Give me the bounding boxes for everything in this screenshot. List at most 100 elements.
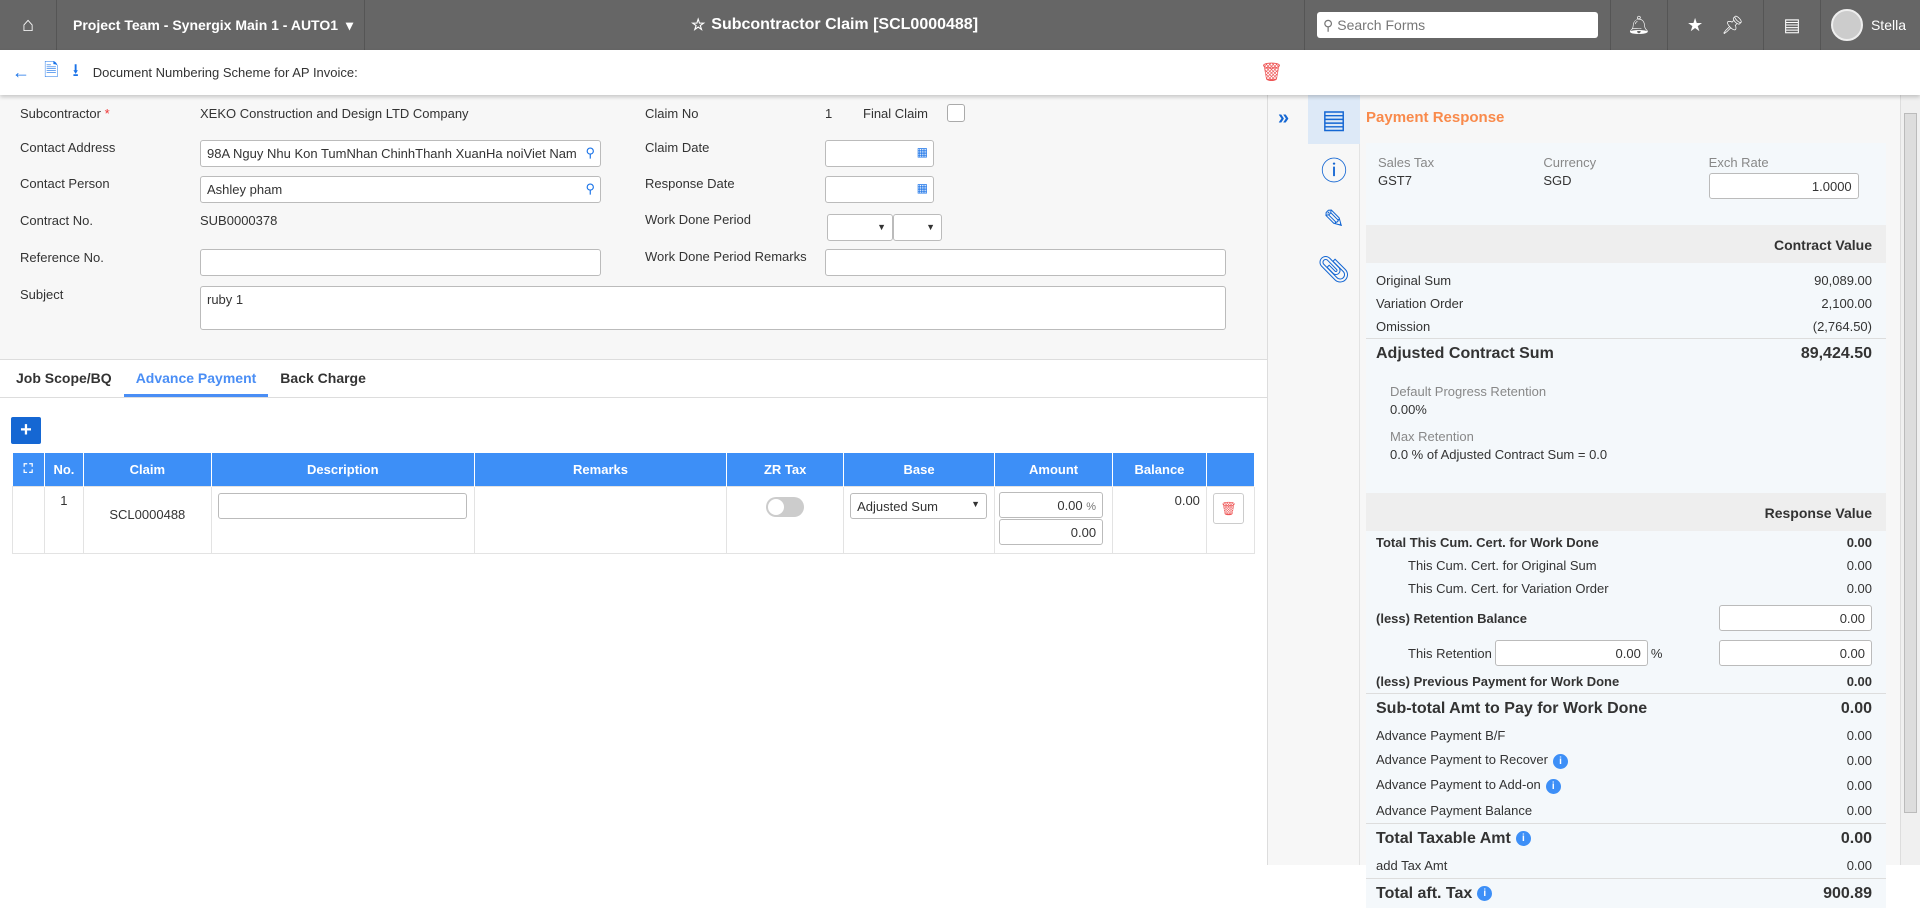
this-retention-label: This Retention	[1408, 645, 1492, 661]
star-icon[interactable]: ★	[1687, 15, 1703, 36]
period-month-select[interactable]: ▼	[827, 214, 893, 241]
subcontractor-value: XEKO Construction and Design LTD Company	[200, 106, 469, 121]
period-year-select[interactable]: ▼	[893, 214, 942, 241]
subtotal-label: Sub-total Amt to Pay for Work Done	[1376, 699, 1648, 717]
contact-person-label: Contact Person	[20, 176, 110, 191]
avatar	[1830, 9, 1863, 41]
col-zr-tax: ZR Tax	[726, 453, 845, 486]
info-icon[interactable]: i	[1515, 830, 1531, 846]
response-value-header: Response Value	[1366, 493, 1886, 531]
subcontractor-label: Subcontractor *	[20, 106, 110, 121]
adjusted-contract-sum-value: 89,424.50	[1800, 344, 1872, 362]
final-claim-checkbox[interactable]	[947, 104, 965, 122]
collapse-chevrons-icon[interactable]: »	[1278, 107, 1289, 130]
this-retention-percent-input[interactable]: 0.00	[1494, 640, 1648, 666]
advance-recover-label: Advance Payment to Recover	[1376, 752, 1548, 768]
add-row-button[interactable]: +	[11, 417, 41, 444]
calendar-icon[interactable]: ▦	[917, 145, 928, 159]
col-actions	[1206, 453, 1256, 486]
info-icon[interactable]: i	[1552, 753, 1568, 769]
amount-percent-input[interactable]: 0.00 %	[999, 491, 1104, 518]
tab-advance-payment[interactable]: Advance Payment	[123, 360, 269, 397]
total-taxable-label: Total Taxable Amt	[1376, 829, 1511, 847]
calendar-icon[interactable]: ▦	[917, 181, 928, 195]
advance-addon-value: 0.00	[1846, 778, 1872, 793]
response-date-label: Response Date	[645, 176, 735, 191]
search-placeholder: Search Forms	[1337, 17, 1426, 33]
tab-job-scope[interactable]: Job Scope/BQ	[4, 360, 124, 397]
info-icon[interactable]: i	[1545, 778, 1561, 794]
original-sum-value: 90,089.00	[1814, 273, 1872, 288]
contract-value-header: Contract Value	[1366, 225, 1886, 263]
col-base: Base	[843, 453, 996, 486]
main-content: Subcontractor * XEKO Construction and De…	[0, 95, 1268, 865]
pin-icon[interactable]: 📌︎	[1721, 15, 1744, 36]
payment-card-icon[interactable]: ▤	[1308, 95, 1360, 144]
row-claim: SCL0000488	[82, 485, 212, 554]
attachment-icon[interactable]: 📎︎	[1308, 245, 1360, 293]
delete-row-button[interactable]: 🗑︎	[1212, 492, 1244, 524]
expand-icon[interactable]: ⛶	[12, 453, 45, 486]
back-arrow-icon[interactable]: ←	[12, 62, 30, 83]
omission-value: (2,764.50)	[1812, 319, 1872, 334]
cum-cert-vo-label: This Cum. Cert. for Variation Order	[1408, 581, 1609, 596]
col-remarks: Remarks	[474, 453, 728, 486]
max-retention-label: Max Retention	[1390, 429, 1474, 444]
panel-title: Payment Response	[1366, 109, 1505, 126]
retention-balance-input[interactable]: 0.00	[1719, 605, 1872, 631]
work-done-period-remarks-label: Work Done Period Remarks	[645, 249, 807, 264]
reference-no-input[interactable]	[200, 249, 601, 276]
advance-payment-table: ⛶ No. Claim Description Remarks ZR Tax B…	[12, 453, 1256, 554]
contact-address-input[interactable]: 98A Nguy Nhu Kon TumNhan ChinhThanh Xuan…	[200, 140, 601, 167]
this-retention-amount-input[interactable]: 0.00	[1719, 640, 1872, 666]
page-title: ☆ Subcontractor Claim [SCL0000488]	[365, 0, 1305, 50]
amount-input[interactable]: 0.00	[999, 518, 1104, 545]
search-icon[interactable]: ⚲	[585, 145, 595, 161]
tax-amt-value: 0.00	[1846, 858, 1872, 873]
advance-balance-value: 0.00	[1846, 803, 1872, 818]
default-retention-label: Default Progress Retention	[1390, 384, 1547, 399]
description-input[interactable]	[217, 492, 467, 519]
zr-tax-toggle[interactable]	[766, 496, 805, 517]
home-icon[interactable]: ⌂	[0, 0, 57, 50]
tab-bar: Job Scope/BQ Advance Payment Back Charge	[0, 360, 1268, 398]
info-icon[interactable]: ⓘ	[1308, 145, 1360, 193]
search-forms-input[interactable]: ⚲ Search Forms	[1316, 12, 1598, 38]
claim-no-value: 1	[825, 106, 833, 121]
user-name: Stella	[1870, 17, 1906, 33]
project-selector[interactable]: Project Team - Synergix Main 1 - AUTO1 ▾	[57, 0, 365, 50]
search-icon[interactable]: ⚲	[585, 181, 595, 197]
download-icon[interactable]: ⭳	[72, 58, 78, 88]
col-amount: Amount	[994, 453, 1114, 486]
star-outline-icon[interactable]: ☆	[691, 15, 705, 35]
variation-order-label: Variation Order	[1376, 296, 1464, 311]
total-after-tax-label: Total aft. Tax	[1376, 884, 1473, 902]
total-after-tax-value: 900.89	[1823, 884, 1872, 902]
final-claim-label: Final Claim	[863, 106, 929, 121]
pdf-icon[interactable]: 🗎︎	[44, 58, 58, 88]
user-menu[interactable]: Stella	[1821, 0, 1920, 50]
panel-scrollbar[interactable]	[1900, 95, 1920, 865]
claim-date-input[interactable]: ▦	[825, 140, 934, 167]
toolbar: ← 🗎︎ ⭳ Document Numbering Scheme for AP …	[0, 50, 1920, 95]
work-done-period-remarks-input[interactable]	[825, 249, 1226, 276]
contact-person-input[interactable]: Ashley pham ⚲	[200, 176, 601, 203]
currency-value: SGD	[1543, 173, 1572, 188]
bell-icon[interactable]: 🔔︎	[1611, 0, 1668, 50]
chart-icon[interactable]: ▤	[1764, 0, 1821, 50]
subject-textarea[interactable]: ruby 1	[200, 286, 1226, 330]
omission-label: Omission	[1376, 319, 1431, 334]
scrollbar-thumb[interactable]	[1904, 113, 1917, 813]
advance-recover-value: 0.00	[1846, 753, 1872, 768]
response-date-input[interactable]: ▦	[825, 176, 934, 203]
favorites-group: ★ 📌︎	[1668, 0, 1764, 50]
delete-icon[interactable]: 🗑︎	[1260, 62, 1283, 83]
side-nav: » ▤ ⓘ ✎ 📎︎	[1268, 95, 1360, 865]
edit-icon[interactable]: ✎	[1308, 195, 1360, 243]
col-balance: Balance	[1112, 453, 1207, 486]
tab-back-charge[interactable]: Back Charge	[268, 360, 378, 397]
base-select[interactable]: Adjusted Sum ▼	[850, 492, 988, 519]
info-icon[interactable]: i	[1477, 885, 1493, 901]
exch-rate-input[interactable]: 1.0000	[1708, 173, 1859, 199]
advance-bf-label: Advance Payment B/F	[1376, 728, 1506, 743]
